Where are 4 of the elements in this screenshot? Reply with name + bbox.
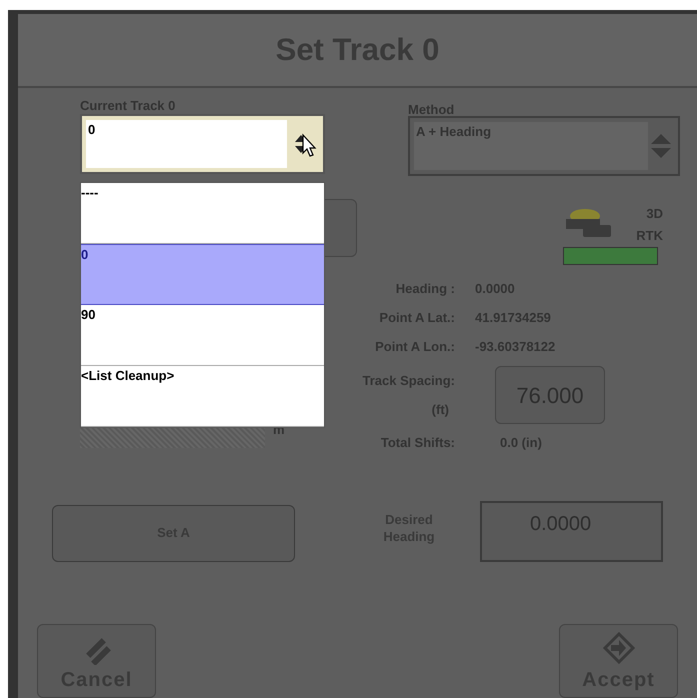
gps-receiver-icon xyxy=(563,206,613,238)
arrow-in-diamond-icon xyxy=(602,631,636,665)
track-dropdown[interactable]: 0 xyxy=(80,114,325,174)
list-item[interactable]: 0 xyxy=(81,244,324,305)
